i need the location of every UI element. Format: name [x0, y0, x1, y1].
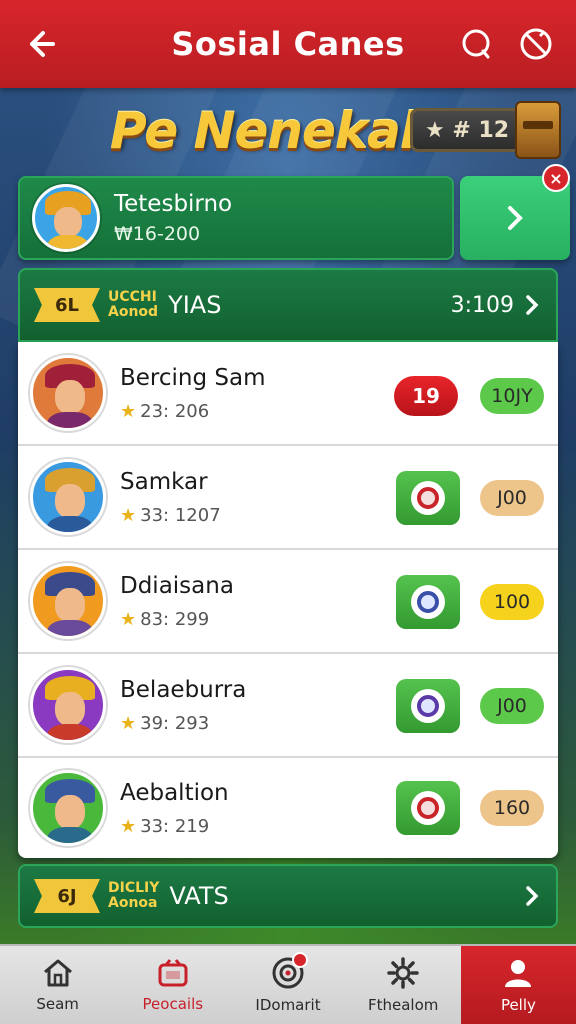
section-title: VATS: [169, 882, 229, 910]
avatar: [30, 459, 106, 535]
nav-label: Seam: [36, 995, 79, 1013]
challenge-button[interactable]: 19: [394, 376, 458, 416]
nav-item-profile[interactable]: Pelly: [460, 946, 576, 1024]
bottom-nav: Seam Peocails IDomarit Fthealom Pelly: [0, 944, 576, 1024]
target-icon: [411, 689, 445, 723]
profile-score: ₩16-200: [114, 223, 201, 245]
play-button[interactable]: [396, 471, 460, 525]
app-header: Sosial Canes: [0, 0, 576, 88]
avatar: [30, 667, 106, 743]
arrow-left-icon: [30, 31, 55, 57]
level-text: ★ # 12: [425, 117, 510, 143]
reward-pill: 100: [480, 584, 544, 620]
list-item[interactable]: Ddiaisana ★ 83: 299 100: [18, 550, 558, 654]
player-name: Belaeburra: [120, 676, 247, 703]
nav-item-store[interactable]: Peocails: [115, 946, 230, 1024]
player-name: Samkar: [120, 468, 208, 495]
avatar: [30, 770, 106, 846]
list-item[interactable]: Belaeburra ★ 39: 293 J00: [18, 654, 558, 758]
chat-bubble-icon: [462, 29, 490, 59]
ribbon-badge: 6J: [34, 879, 100, 913]
ribbon-badge: 6L: [34, 288, 100, 322]
chevron-right-icon: [508, 206, 523, 230]
player-list: Bercing Sam ★ 23: 206 19 10JY Samkar ★ 33:…: [18, 342, 558, 858]
page-title: Sosial Canes: [171, 25, 405, 63]
treasure-chest-icon: [515, 101, 561, 159]
store-icon: [158, 959, 188, 987]
list-item[interactable]: Samkar ★ 33: 1207 J00: [18, 446, 558, 550]
star-icon: ★: [120, 608, 137, 630]
play-button[interactable]: [396, 781, 460, 835]
chat-button[interactable]: [454, 22, 498, 66]
avatar: [30, 563, 106, 639]
close-button[interactable]: ×: [542, 164, 570, 192]
block-button[interactable]: [514, 22, 558, 66]
player-name: Bercing Sam: [120, 364, 266, 391]
reward-pill: J00: [480, 688, 544, 724]
player-score: 83: 299: [140, 608, 210, 630]
reward-pill: 160: [480, 790, 544, 826]
nav-label: Fthealom: [368, 996, 439, 1014]
target-icon: [411, 481, 445, 515]
level-badge[interactable]: ★ # 12: [410, 101, 561, 159]
secondary-section-header[interactable]: 6J DICLIY Aonoa VATS: [18, 864, 558, 928]
list-item[interactable]: Bercing Sam ★ 23: 206 19 10JY: [18, 342, 558, 446]
player-score: 33: 1207: [140, 504, 221, 526]
reward-pill: 10JY: [480, 378, 544, 414]
play-button[interactable]: [396, 575, 460, 629]
section-title: YIAS: [168, 291, 222, 319]
play-button[interactable]: [396, 679, 460, 733]
star-icon: ★: [120, 400, 137, 422]
profile-card[interactable]: Tetesbirno ₩16-200: [18, 176, 454, 260]
close-icon: ×: [549, 168, 563, 188]
person-icon: [505, 960, 532, 987]
game-logo: Pe Nenekak: [110, 102, 433, 160]
star-icon: ★: [120, 504, 137, 526]
gear-icon: [387, 957, 419, 989]
player-score: 23: 206: [140, 400, 210, 422]
nav-label: Peocails: [142, 995, 204, 1013]
chevron-right-icon: [526, 886, 539, 906]
avatar: [30, 355, 106, 431]
player-name: Aebaltion: [120, 779, 229, 806]
section-subtitle-1: UCCHI: [108, 289, 157, 305]
list-item[interactable]: Aebaltion ★ 33: 219 160: [18, 758, 558, 858]
player-name: Ddiaisana: [120, 572, 234, 599]
avatar: [32, 184, 100, 252]
chevron-right-icon: [526, 295, 539, 315]
star-icon: ★: [120, 712, 137, 734]
star-icon: ★: [120, 815, 137, 837]
profile-name: Tetesbirno: [114, 191, 233, 217]
player-score: 39: 293: [140, 712, 210, 734]
nav-item-settings[interactable]: Fthealom: [346, 946, 461, 1024]
nav-label: IDomarit: [255, 996, 321, 1014]
home-icon: [43, 959, 72, 987]
nav-label: Pelly: [500, 996, 536, 1014]
no-sign-icon: [520, 28, 552, 60]
notification-dot: [292, 952, 309, 968]
section-subtitle-2: Aonoa: [108, 895, 158, 911]
target-icon: [411, 791, 445, 825]
nav-item-home[interactable]: Seam: [0, 946, 115, 1024]
nav-item-target[interactable]: IDomarit: [230, 946, 345, 1024]
section-subtitle-2: Aonod: [108, 304, 159, 320]
target-icon: [411, 585, 445, 619]
section-timer: 3:109: [450, 292, 514, 318]
section-subtitle-1: DICLIY: [108, 880, 160, 896]
leaderboard-header[interactable]: 6L UCCHI Aonod YIAS 3:109: [18, 268, 558, 342]
player-score: 33: 219: [140, 815, 210, 837]
reward-pill: J00: [480, 480, 544, 516]
back-button[interactable]: [18, 22, 62, 66]
